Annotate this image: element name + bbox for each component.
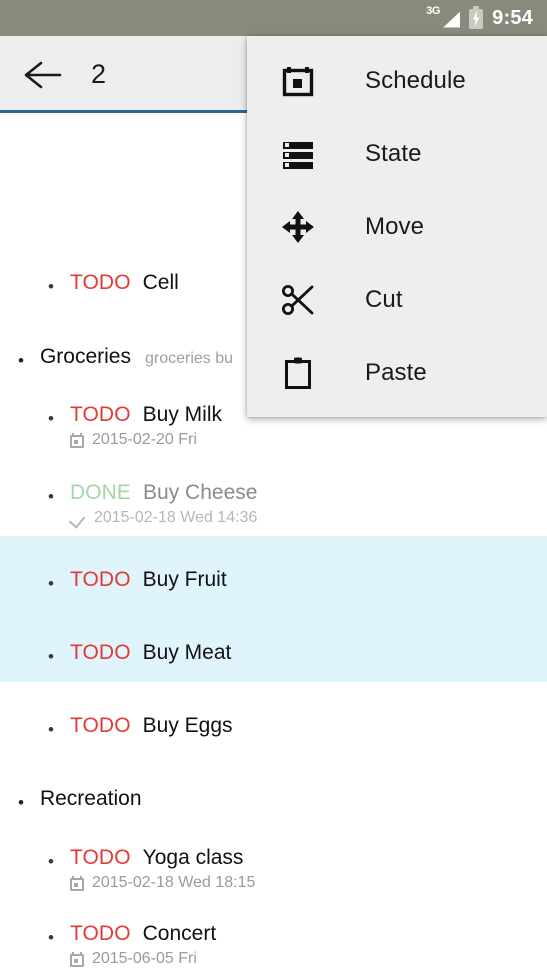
- status-bar-clock: 9:54: [492, 6, 533, 29]
- note-bullet-icon: •: [48, 409, 54, 428]
- note-bullet-icon: •: [48, 647, 54, 666]
- note-bullet-icon: •: [48, 852, 54, 871]
- note-title: Yoga class: [142, 846, 244, 869]
- check-icon: [70, 511, 86, 526]
- menu-item-label: Cut: [365, 285, 403, 313]
- clipboard-icon: [281, 356, 315, 390]
- state-list-icon: [281, 137, 315, 171]
- note-state-keyword: TODO: [69, 641, 131, 664]
- note-bullet-icon: •: [48, 928, 54, 947]
- menu-item-label: Move: [365, 212, 425, 240]
- move-arrows-icon: [281, 210, 315, 244]
- back-arrow-icon[interactable]: [20, 52, 66, 98]
- note-timestamp: 2015-02-18 Wed 18:15: [91, 874, 256, 891]
- calendar-icon: [69, 951, 84, 967]
- note-bullet-icon: •: [48, 487, 54, 506]
- note-bullet-icon: •: [48, 720, 54, 739]
- note-state-keyword: TODO: [69, 271, 131, 294]
- note-title: Cell: [142, 271, 179, 294]
- note-title: Buy Fruit: [142, 568, 227, 591]
- note-title: Concert: [142, 922, 217, 945]
- note-timestamp: 2015-02-20 Fri: [91, 431, 197, 448]
- note-state-keyword: DONE: [69, 481, 132, 504]
- note-row[interactable]: • TODO Concert 2015-06-05 Fri: [0, 922, 547, 968]
- network-type-label: 3G: [426, 5, 441, 17]
- note-state-keyword: TODO: [69, 568, 131, 591]
- note-row[interactable]: • DONE Buy Cheese 2015-02-18 Wed 14:36: [0, 481, 547, 527]
- calendar-icon: [69, 875, 84, 891]
- note-title: Buy Cheese: [143, 481, 258, 504]
- scissors-icon: [281, 283, 315, 317]
- note-state-keyword: TODO: [69, 922, 131, 945]
- status-bar: 3G 9:54: [0, 0, 547, 36]
- battery-bolt-icon: [472, 10, 480, 27]
- selected-count-label: 2: [91, 59, 107, 89]
- calendar-icon: [69, 432, 84, 448]
- note-row[interactable]: • TODO Buy Eggs: [0, 714, 547, 738]
- note-title: Buy Milk: [142, 403, 222, 426]
- note-row[interactable]: • TODO Buy Meat: [0, 641, 547, 665]
- note-title: Buy Eggs: [142, 714, 233, 737]
- menu-item-label: State: [365, 139, 422, 167]
- context-popup-menu[interactable]: Schedule State Move Cut Paste: [247, 36, 547, 417]
- note-state-keyword: TODO: [69, 403, 131, 426]
- note-row[interactable]: • TODO Yoga class 2015-02-18 Wed 18:15: [0, 846, 547, 892]
- menu-item-label: Schedule: [365, 66, 466, 94]
- menu-item-label: Paste: [365, 358, 427, 386]
- menu-item-cut[interactable]: Cut: [247, 263, 547, 336]
- note-bullet-icon: •: [48, 277, 54, 296]
- battery-charging-icon: [469, 5, 484, 29]
- note-row[interactable]: • Recreation: [0, 787, 547, 811]
- note-title: Buy Meat: [142, 641, 232, 664]
- note-row[interactable]: • TODO Buy Fruit: [0, 568, 547, 592]
- note-timestamp: 2015-02-18 Wed 14:36: [93, 509, 258, 526]
- note-bullet-icon: •: [18, 793, 24, 812]
- note-subtitle: groceries bu: [144, 350, 234, 367]
- note-state-keyword: TODO: [69, 714, 131, 737]
- signal-triangle-icon: [443, 12, 460, 28]
- menu-item-paste[interactable]: Paste: [247, 336, 547, 409]
- menu-item-schedule[interactable]: Schedule: [247, 44, 547, 117]
- note-bullet-icon: •: [48, 574, 54, 593]
- note-title: Recreation: [39, 787, 142, 810]
- menu-item-state[interactable]: State: [247, 117, 547, 190]
- menu-item-move[interactable]: Move: [247, 190, 547, 263]
- note-bullet-icon: •: [18, 351, 24, 370]
- note-title: Groceries: [39, 345, 131, 368]
- calendar-icon: [281, 64, 315, 98]
- note-state-keyword: TODO: [69, 846, 131, 869]
- note-timestamp: 2015-06-05 Fri: [91, 950, 197, 967]
